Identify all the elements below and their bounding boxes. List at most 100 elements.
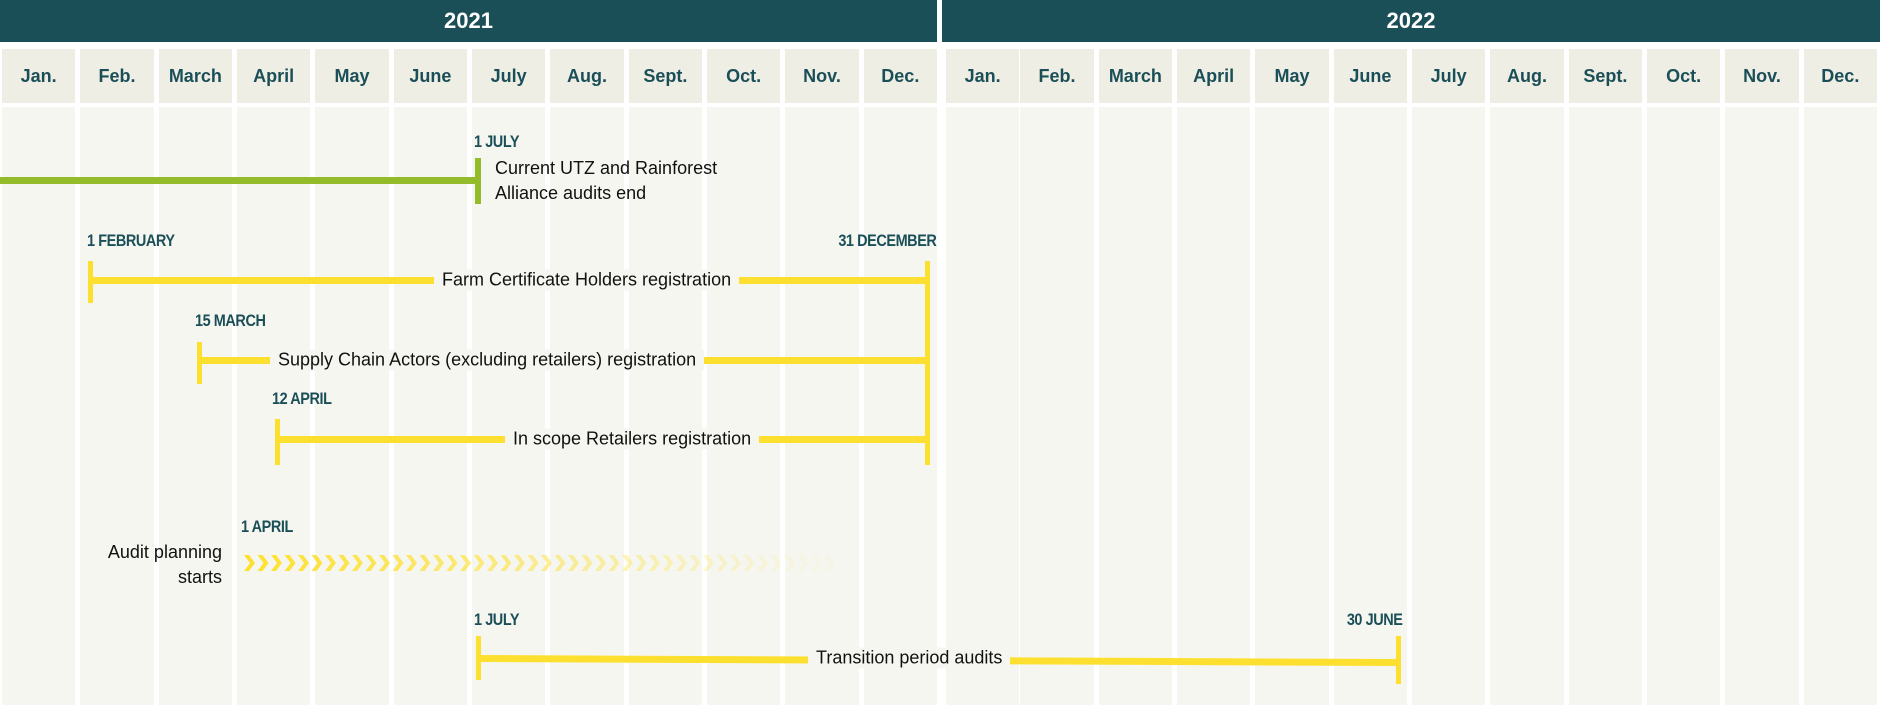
chevron-mark bbox=[379, 555, 390, 571]
month-header-2021-9: Sept. bbox=[628, 49, 702, 103]
month-header-2022-5: May bbox=[1255, 49, 1329, 103]
month-header-2021-2: Feb. bbox=[80, 49, 154, 103]
farm-start-date: 1 FEBRUARY bbox=[87, 231, 175, 250]
chevron-mark bbox=[271, 555, 282, 571]
month-column bbox=[1490, 107, 1564, 705]
chevron-mark bbox=[797, 555, 809, 571]
month-header-2021-12: Dec. bbox=[863, 49, 937, 103]
transition-end-date: 30 JUNE bbox=[1346, 610, 1402, 629]
chevron-mark bbox=[392, 555, 404, 571]
month-header-2021-1: Jan. bbox=[2, 49, 76, 103]
month-column bbox=[1647, 107, 1721, 705]
audits-end-text-1: Current UTZ and Rainforest bbox=[495, 158, 718, 178]
chevron-mark bbox=[487, 555, 498, 571]
month-header-2021-10: Oct. bbox=[707, 49, 781, 103]
transition-start-date: 1 JULY bbox=[474, 610, 520, 629]
chevron-mark bbox=[608, 555, 620, 571]
chevron-mark bbox=[406, 555, 417, 571]
chevron-mark bbox=[662, 555, 674, 571]
chevron-mark bbox=[311, 555, 323, 571]
chevron-mark bbox=[284, 555, 296, 571]
chevron-mark bbox=[824, 555, 836, 571]
chevron-mark bbox=[581, 555, 593, 571]
month-header-2021-8: Aug. bbox=[550, 49, 624, 103]
chevron-mark bbox=[419, 555, 431, 571]
retailers-label: In scope Retailers registration bbox=[505, 428, 760, 450]
month-column bbox=[1412, 107, 1486, 705]
audits-end-date: 1 JULY bbox=[474, 132, 520, 151]
month-column bbox=[393, 107, 467, 705]
chevron-mark bbox=[689, 555, 701, 571]
chevron-mark bbox=[716, 555, 728, 571]
month-header-2021-3: March bbox=[158, 49, 232, 103]
month-header-2021-5: May bbox=[315, 49, 389, 103]
month-header-2021-6: June bbox=[393, 49, 467, 103]
chevron-mark bbox=[554, 555, 566, 571]
month-header-2022-12: Dec. bbox=[1803, 49, 1877, 103]
month-header-2022-9: Sept. bbox=[1568, 49, 1642, 103]
chevron-mark bbox=[325, 555, 336, 571]
chevron-mark bbox=[244, 555, 255, 571]
month-header-2022-4: April bbox=[1177, 49, 1251, 103]
audits-end-text-2: Alliance audits end bbox=[495, 183, 647, 203]
retailers-start-date: 12 APRIL bbox=[272, 389, 332, 408]
month-column bbox=[1725, 107, 1799, 705]
month-column bbox=[785, 107, 859, 705]
farm-label: Farm Certificate Holders registration bbox=[434, 269, 740, 291]
chevron-mark bbox=[635, 555, 647, 571]
chevron-mark bbox=[595, 555, 606, 571]
month-column bbox=[1568, 107, 1642, 705]
chevron-mark bbox=[730, 555, 741, 571]
chevron-mark bbox=[703, 555, 714, 571]
month-header-2021-4: April bbox=[237, 49, 311, 103]
chevron-mark bbox=[622, 555, 633, 571]
month-header-2022-10: Oct. bbox=[1647, 49, 1721, 103]
transition-end-tick bbox=[1396, 636, 1401, 684]
chevron-mark bbox=[298, 555, 309, 571]
month-header-2022-7: July bbox=[1412, 49, 1486, 103]
month-column bbox=[2, 107, 76, 705]
month-column bbox=[1803, 107, 1877, 705]
audit-planning-text-1: Audit planning bbox=[107, 542, 222, 562]
month-column bbox=[1098, 107, 1172, 705]
supply-label: Supply Chain Actors (excluding retailers… bbox=[270, 349, 705, 371]
year-header-2022: 2022 bbox=[942, 0, 1880, 42]
chevron-mark bbox=[770, 555, 782, 571]
chevron-mark bbox=[473, 555, 485, 571]
month-column bbox=[707, 107, 781, 705]
chevron-mark bbox=[338, 555, 350, 571]
supply-start-date: 15 MARCH bbox=[195, 311, 266, 330]
chevron-mark bbox=[352, 555, 363, 571]
month-column bbox=[80, 107, 154, 705]
audit-planning-text-2: starts bbox=[177, 567, 222, 587]
chevron-mark bbox=[446, 555, 458, 571]
chevron-mark bbox=[257, 555, 269, 571]
month-column bbox=[1255, 107, 1329, 705]
farm-end-date: 31 DECEMBER bbox=[837, 231, 937, 250]
month-column bbox=[946, 107, 1020, 705]
audits-end-bar bbox=[0, 177, 478, 184]
chevron-mark bbox=[527, 555, 539, 571]
month-header-2022-11: Nov. bbox=[1725, 49, 1799, 103]
chevron-mark bbox=[541, 555, 552, 571]
chevron-mark bbox=[365, 555, 377, 571]
month-header-2022-1: Jan. bbox=[946, 49, 1020, 103]
chevron-mark bbox=[649, 555, 660, 571]
chevron-mark bbox=[811, 555, 822, 571]
month-header-2021-7: July bbox=[472, 49, 546, 103]
chevron-mark bbox=[568, 555, 579, 571]
chevron-mark bbox=[514, 555, 525, 571]
chevron-mark bbox=[676, 555, 687, 571]
chevron-mark bbox=[784, 555, 795, 571]
month-header-2022-8: Aug. bbox=[1490, 49, 1564, 103]
chevron-mark bbox=[743, 555, 755, 571]
chevron-mark bbox=[460, 555, 471, 571]
audits-end-tick bbox=[475, 158, 481, 204]
month-header-2021-11: Nov. bbox=[785, 49, 859, 103]
chevron-mark bbox=[433, 555, 444, 571]
month-column bbox=[158, 107, 232, 705]
month-column bbox=[1020, 107, 1094, 705]
chevron-mark bbox=[757, 555, 768, 571]
month-header-2022-3: March bbox=[1098, 49, 1172, 103]
month-header-2022-2: Feb. bbox=[1020, 49, 1094, 103]
